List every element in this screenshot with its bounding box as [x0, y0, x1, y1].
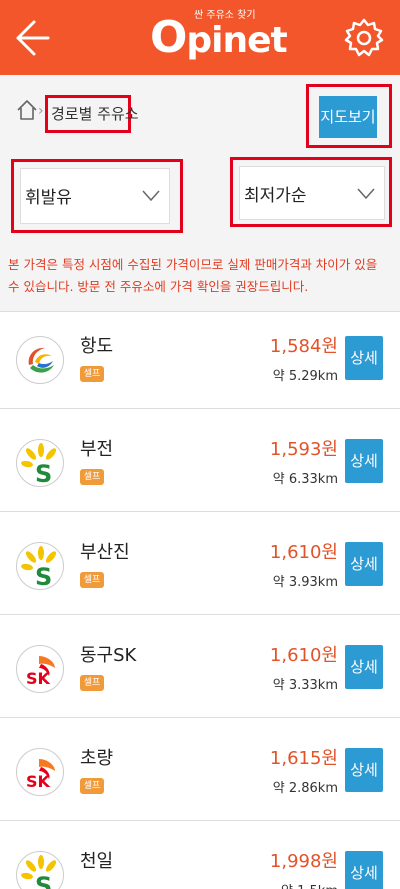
station-name: 초량	[80, 748, 114, 769]
fuel-type-select[interactable]: 휘발유	[20, 168, 170, 224]
back-arrow-icon[interactable]	[12, 16, 52, 60]
station-row[interactable]: SK 초량셀프 1,615원약 2.86km 상세	[0, 724, 400, 821]
breadcrumb-bar: › 경로별 주유소 지도보기	[0, 75, 400, 155]
station-row[interactable]: SK 동구SK 셀프 1,610원약 3.33km 상세	[0, 621, 400, 718]
map-button-highlight: 지도보기	[306, 84, 392, 148]
sort-select-highlight: 최저가순	[230, 157, 392, 227]
station-name: 항도	[80, 336, 114, 357]
hyundai-oilbank-icon	[16, 336, 64, 384]
station-price: 1,610원	[269, 542, 338, 563]
home-icon[interactable]	[16, 99, 38, 121]
opinet-logo: 싼 주유소 찾기 Opinet	[150, 8, 288, 68]
gear-icon[interactable]	[342, 16, 386, 60]
self-service-badge: 셀프	[80, 572, 104, 588]
chevron-down-icon	[356, 181, 376, 205]
svg-text:S: S	[35, 563, 52, 590]
svg-text:SK: SK	[26, 772, 51, 791]
svg-text:S: S	[35, 460, 52, 487]
detail-button[interactable]: 상세	[345, 439, 383, 483]
self-service-badge: 셀프	[80, 469, 104, 485]
price-notice: 본 가격은 특정 시점에 수집된 가격이므로 실제 판매가격과 차이가 있을 수…	[0, 240, 400, 312]
station-name: 천일	[80, 851, 114, 872]
s-oil-icon: S	[16, 851, 64, 889]
sort-order-select[interactable]: 최저가순	[239, 166, 385, 220]
sk-energy-icon: SK	[16, 748, 64, 796]
map-view-button[interactable]: 지도보기	[319, 96, 377, 138]
svg-text:SK: SK	[26, 669, 51, 688]
fuel-type-value: 휘발유	[25, 188, 72, 208]
app-header: 싼 주유소 찾기 Opinet	[0, 0, 400, 75]
s-oil-icon: S	[16, 542, 64, 590]
station-price: 1,593원	[269, 439, 338, 460]
filter-bar: 휘발유 최저가순	[0, 155, 400, 240]
station-distance: 약 5.29km	[272, 369, 338, 384]
self-service-badge: 셀프	[80, 778, 104, 794]
station-row[interactable]: S 부산진셀프 1,610원약 3.93km 상세	[0, 518, 400, 615]
station-name: 부산진	[80, 542, 130, 563]
sort-order-value: 최저가순	[244, 186, 307, 206]
s-oil-icon: S	[16, 439, 64, 487]
chevron-right-icon: ›	[38, 103, 44, 119]
station-price: 1,998원	[269, 851, 338, 872]
station-distance: 약 1.5km	[281, 880, 338, 889]
self-service-badge: 셀프	[80, 675, 104, 691]
station-price: 1,610원	[269, 645, 338, 666]
breadcrumb: 경로별 주유소	[45, 95, 139, 133]
detail-button[interactable]: 상세	[345, 645, 383, 689]
station-distance: 약 3.93km	[272, 575, 338, 590]
station-name: 동구SK	[80, 645, 137, 666]
detail-button[interactable]: 상세	[345, 748, 383, 792]
fuel-select-highlight: 휘발유	[11, 159, 183, 233]
station-price: 1,584원	[269, 336, 338, 357]
detail-button[interactable]: 상세	[345, 336, 383, 380]
station-row[interactable]: 항도셀프 1,584원약 5.29km 상세	[0, 312, 400, 409]
chevron-down-icon	[141, 183, 161, 207]
station-row[interactable]: S 천일 1,998원약 1.5km 상세	[0, 827, 400, 889]
station-distance: 약 2.86km	[272, 781, 338, 796]
station-name: 부전	[80, 439, 114, 460]
station-distance: 약 3.33km	[272, 678, 338, 693]
station-price: 1,615원	[269, 748, 338, 769]
station-row[interactable]: S 부전셀프 1,593원약 6.33km 상세	[0, 415, 400, 512]
detail-button[interactable]: 상세	[345, 542, 383, 586]
detail-button[interactable]: 상세	[345, 851, 383, 889]
sk-energy-icon: SK	[16, 645, 64, 693]
svg-text:S: S	[35, 872, 52, 889]
self-service-badge: 셀프	[80, 366, 104, 382]
logo-wordmark: Opinet	[150, 12, 288, 63]
station-distance: 약 6.33km	[272, 472, 338, 487]
